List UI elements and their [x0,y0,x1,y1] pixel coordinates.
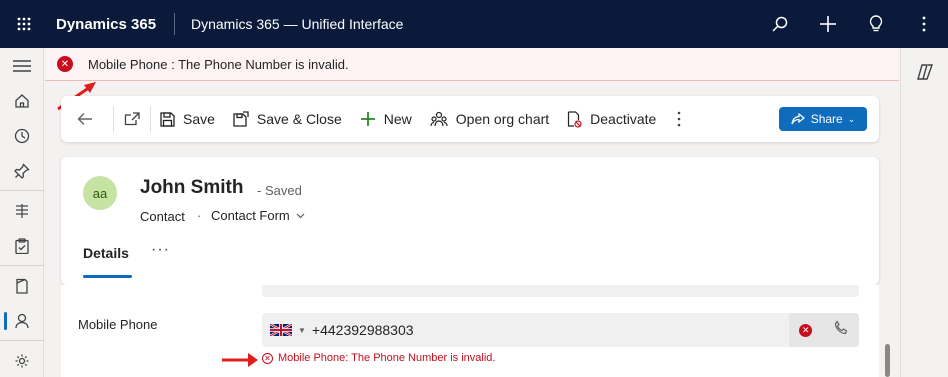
topbar-divider [174,13,175,35]
copilot-icon[interactable] [901,48,948,96]
avatar: aa [83,176,117,210]
chevron-down-icon [296,213,305,218]
top-bar: Dynamics 365 Dynamics 365 — Unified Inte… [0,0,948,48]
chevron-down-icon: ⌄ [847,113,856,124]
share-label: Share [810,112,843,126]
form-section: Mobile Phone ▼ +442392988303 ✕ ✕ Mobile … [61,285,879,377]
app-name[interactable]: Dynamics 365 [56,16,174,33]
nav-divider [0,190,44,191]
more-commands-icon[interactable] [665,96,693,142]
book-icon[interactable] [0,268,44,303]
error-notification-bar: ✕ Mobile Phone : The Phone Number is inv… [45,48,899,81]
mobile-phone-field[interactable]: ▼ +442392988303 ✕ [262,313,859,347]
record-header: aa John Smith - Saved Contact · Contact … [61,157,879,285]
previous-field[interactable] [262,285,859,297]
hamburger-icon[interactable] [0,48,44,83]
right-rail [900,48,948,377]
active-tab-indicator [83,275,132,278]
header-separator: · [197,208,202,223]
more-tabs-button[interactable]: ··· [151,241,170,259]
error-circle-icon: ✕ [262,352,273,364]
deactivate-button[interactable]: Deactivate [558,96,665,142]
new-label: New [383,111,412,127]
save-close-button[interactable]: Save & Close [224,96,351,142]
sitemap-icon[interactable] [0,193,44,228]
phone-call-icon[interactable] [833,319,849,341]
field-error-message: ✕ Mobile Phone: The Phone Number is inva… [262,352,495,364]
lightbulb-icon[interactable] [852,0,900,48]
save-label: Save [183,111,215,127]
recent-icon[interactable] [0,118,44,153]
mobile-phone-value[interactable]: +442392988303 [312,322,414,338]
org-chart-label: Open org chart [455,111,550,127]
topbar-actions [756,0,948,48]
record-name: John Smith [140,177,244,198]
form-name: Contact Form [211,208,290,223]
invalid-field-icon: ✕ [799,323,813,337]
person-icon[interactable] [0,303,44,338]
pin-icon[interactable] [0,153,44,188]
annotation-arrow-icon [222,353,258,367]
clipboard-icon[interactable] [0,228,44,263]
app-subtitle[interactable]: Dynamics 365 — Unified Interface [191,16,403,32]
record-entity: Contact [140,209,185,224]
nav-divider [0,340,44,341]
settings-icon[interactable] [0,343,44,377]
mobile-phone-label: Mobile Phone [78,317,158,332]
search-icon[interactable] [756,0,804,48]
app-launcher-icon[interactable] [0,0,48,48]
form-selector[interactable]: Contact Form [211,208,305,223]
error-icon: ✕ [57,56,73,72]
tab-details[interactable]: Details [83,245,129,261]
add-icon[interactable] [804,0,852,48]
command-bar: Save Save & Close New Open org chart Dea… [61,96,879,142]
left-nav [0,48,44,377]
uk-flag-icon[interactable]: ▼ [270,324,306,336]
open-org-chart-button[interactable]: Open org chart [421,96,558,142]
nav-divider [0,265,44,266]
field-error-text: Mobile Phone: The Phone Number is invali… [278,352,496,364]
save-button[interactable]: Save [151,96,224,142]
field-actions: ✕ [789,313,859,347]
more-vertical-icon[interactable] [900,0,948,48]
home-icon[interactable] [0,83,44,118]
scrollbar-thumb[interactable] [885,344,890,377]
back-button[interactable] [61,96,113,142]
country-dropdown-icon[interactable]: ▼ [298,326,306,335]
new-button[interactable]: New [351,96,421,142]
save-close-label: Save & Close [256,111,342,127]
share-button[interactable]: Share ⌄ [779,107,867,131]
deactivate-label: Deactivate [590,111,657,127]
record-save-status: - Saved [257,183,302,198]
notification-message[interactable]: Mobile Phone : The Phone Number is inval… [88,57,349,72]
open-new-window-button[interactable] [114,96,150,142]
